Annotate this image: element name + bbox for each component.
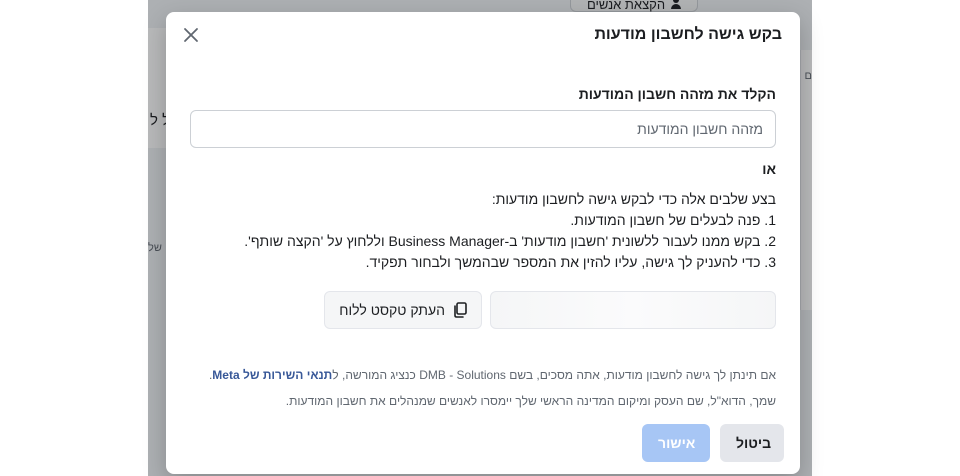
terms-notice: אם תינתן לך גישה לחשבון מודעות, אתה מסכי… bbox=[190, 367, 776, 383]
ad-account-id-input[interactable] bbox=[190, 110, 776, 148]
steps-intro: בצע שלבים אלה כדי לבקש גישה לחשבון מודעו… bbox=[491, 191, 776, 207]
step-item-2: 2. בקש ממנו לעבור ללשונית 'חשבון מודעות'… bbox=[244, 233, 776, 249]
terms-of-service-link[interactable]: תנאי השירות של Meta bbox=[212, 368, 332, 382]
close-icon bbox=[184, 28, 198, 42]
confirm-button[interactable]: אישור bbox=[642, 424, 710, 462]
copy-row: העתק טקסט ללוח bbox=[190, 291, 776, 329]
dialog-footer: אישור ביטול bbox=[182, 424, 784, 462]
cancel-button[interactable]: ביטול bbox=[720, 424, 784, 462]
request-access-dialog: בקש גישה לחשבון מודעות הקלד את מזהה חשבו… bbox=[166, 12, 800, 474]
step-item-1: 1. פנה לבעלים של חשבון המודעות. bbox=[570, 212, 776, 228]
step-item-3: 3. כדי להעניק לך גישה, עליו להזין את המס… bbox=[365, 254, 776, 270]
dialog-header: בקש גישה לחשבון מודעות bbox=[166, 12, 800, 58]
dialog-body: הקלד את מזהה חשבון המודעות או בצע שלבים … bbox=[166, 58, 800, 409]
or-separator: או bbox=[762, 161, 776, 177]
ad-account-id-label: הקלד את מזהה חשבון המודעות bbox=[578, 86, 776, 102]
privacy-notice: שמך, הדוא"ל, שם העסק ומיקום המדינה הראשי… bbox=[285, 394, 776, 408]
terms-text: אם תינתן לך גישה לחשבון מודעות, אתה מסכי… bbox=[332, 368, 776, 382]
business-id-box bbox=[490, 291, 776, 329]
close-button[interactable] bbox=[180, 24, 202, 46]
copy-to-clipboard-button[interactable]: העתק טקסט ללוח bbox=[324, 291, 482, 329]
steps-instructions: בצע שלבים אלה כדי לבקש גישה לחשבון מודעו… bbox=[190, 189, 776, 273]
copy-button-label: העתק טקסט ללוח bbox=[339, 302, 445, 318]
dialog-title: בקש גישה לחשבון מודעות bbox=[594, 26, 782, 43]
copy-icon bbox=[454, 302, 467, 318]
